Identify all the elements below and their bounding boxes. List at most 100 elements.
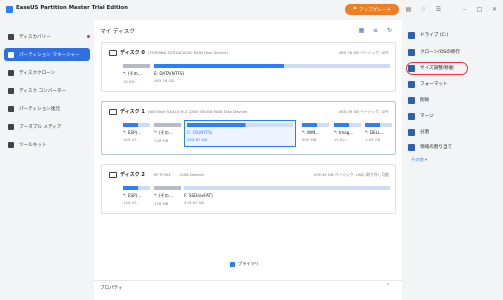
partition-size: 465.76 GB [154,78,175,83]
disk-description: (TOSHIBA DT01ACA200 RAID Disk Device) [147,50,228,55]
partition-size: 476.67 GB [184,200,205,205]
partition[interactable]: *: (その... 15.98... [123,64,150,84]
action-split[interactable]: 分割 [408,127,429,137]
sidebar-item-partition-recovery[interactable]: パーティション復元 [4,102,90,115]
partition-label: C: OS(NTFS) [187,130,213,135]
merge-icon [408,112,415,120]
action-label: 分割 [420,130,430,135]
sidebar-item-discovery[interactable]: ディスカバリー [4,30,90,43]
notification-dot [87,35,90,38]
action-drive: ドライブ (C:) [408,30,448,40]
action-allocate-space[interactable]: 領域の割り当て [408,142,452,152]
more-actions-link[interactable]: その他 ▾ [411,157,427,163]
sidebar-item-label: ブータブル メディア [19,124,62,130]
disk-icon [109,108,117,115]
partition[interactable]: *: WIN... 990 MB [302,123,329,142]
partition-selected[interactable]: C: OS(NTFS) 452.67 GB [184,120,296,147]
primary-swatch [230,261,235,267]
action-clone-migrate[interactable]: クローン/OSの移行 [408,47,460,57]
partition-size: 149.47... [123,200,140,205]
partition-size: 149.47... [123,137,140,142]
disk-header: ディスク 0 (TOSHIBA DT01ACA200 RAID Disk Dev… [109,49,228,56]
sidebar-item-disk-converter[interactable]: ディスク コンバーター [4,84,90,97]
action-label: マージ [420,114,434,119]
disk-model: SP PCM3 [153,172,171,177]
disk-meta: 476.94 GB ベーシック, USB, 取り外し可能 [313,172,389,177]
close-icon[interactable]: ✕ [490,5,499,14]
disk-name: ディスク 2 [120,172,145,178]
partition[interactable]: *: (その... 128 MB [154,123,181,143]
recovery-icon [8,105,14,112]
allocate-icon [408,143,415,151]
drive-icon [408,31,415,39]
partition-label: *: (その... [154,130,173,135]
grid-view-icon[interactable]: ▦ [358,27,365,34]
trash-icon [408,96,415,104]
properties-label: プロパティ [100,286,123,291]
partition[interactable]: *: DELL... 1.29 GB [365,123,392,142]
partition[interactable]: E: DATA(NTFS) 465.76 GB [154,64,390,83]
refresh-icon[interactable]: ↻ [386,27,393,34]
disk-card[interactable]: ディスク 2 SP PCM3 (USB Device) 476.94 GB ベー… [101,164,396,214]
partition-label: *: WIN... [302,130,320,135]
partition-usage-bar [154,123,181,127]
sidebar-item-disk-clone[interactable]: ディスククローン [4,66,90,79]
sidebar-item-toolkit[interactable]: ツールキット [4,138,90,151]
partition-usage-bar [123,186,150,190]
upgrade-label: アップグレード [358,7,392,13]
partition[interactable]: F: SSD(exFAT) 476.67 GB [184,186,390,205]
menu-icon[interactable]: ☰ [434,5,443,14]
maximize-icon[interactable]: □ [475,5,484,14]
action-format[interactable]: フォーマット [408,79,448,89]
partition-label: *: DELL... [365,130,385,135]
partition-icon [8,51,14,58]
partition[interactable]: *: Imag... 10.62... [334,123,361,142]
action-merge[interactable]: マージ [408,111,434,121]
chevron-down-icon: ▾ [424,157,428,162]
partition[interactable]: *: (その... 128 MB [154,186,181,206]
properties-bar[interactable] [94,280,402,300]
sidebar-item-partition-manager[interactable]: パーティション マネージャー [4,48,90,61]
list-view-icon[interactable]: ≡ [372,27,379,34]
sidebar-item-label: パーティション復元 [19,106,61,112]
clone-icon [408,48,415,56]
sidebar-item-bootable-media[interactable]: ブータブル メディア [4,120,90,133]
disk-header: ディスク 2 SP PCM3 (USB Device) [109,171,204,178]
action-label: フォーマット [420,82,448,87]
disk-card[interactable]: ディスク 1 (WD Blue SA510 M.2 2280 500GB RAI… [101,101,396,155]
partition-size: 990 MB [302,137,317,142]
partition-label: *: ESP(... [123,193,142,198]
partition-size: 15.98... [123,79,138,84]
minimize-icon[interactable]: – [460,5,469,14]
partition[interactable]: *: ESP(... 149.47... [123,186,150,205]
partition[interactable]: *: ESP(... 149.47... [123,123,150,142]
upgrade-button[interactable]: ⚑ アップグレード [345,4,399,15]
partition-size: 452.67 GB [187,137,208,142]
disk-header: ディスク 1 (WD Blue SA510 M.2 2280 500GB RAI… [109,108,248,115]
disk-icon [109,171,117,178]
cart-icon: ⚑ [352,7,357,12]
highlight-annotation [406,62,468,75]
disk-icon [109,49,117,56]
legend: プライマリ [230,261,259,267]
partition-label: *: ESP(... [123,130,142,135]
partition-usage-bar [154,186,181,190]
partition-size: 128 MB [154,138,169,143]
disk-description: (WD Blue SA510 M.2 2280 500GB RAID Disk … [147,109,248,114]
bell-icon[interactable]: ♢ [419,5,428,14]
sidebar-item-label: ディスカバリー [19,34,51,40]
split-icon [408,128,415,136]
action-delete[interactable]: 削除 [408,95,429,105]
partition-usage-bar [184,186,390,190]
chevron-up-icon[interactable]: ⌃ [386,283,390,289]
disk-card[interactable]: ディスク 0 (TOSHIBA DT01ACA200 RAID Disk Dev… [101,42,396,92]
partition-usage-bar [302,123,329,127]
document-icon[interactable]: ▤ [404,5,413,14]
disk-description: (USB Device) [179,172,205,177]
partition-label: F: SSD(exFAT) [184,193,213,198]
more-label: その他 [411,157,424,162]
action-label: 削除 [420,98,430,103]
sidebar: ディスカバリー パーティション マネージャー ディスククローン ディスク コンバ… [0,20,94,300]
sidebar-item-label: パーティション マネージャー [19,52,80,58]
partition-size: 1.29 GB [365,137,381,142]
